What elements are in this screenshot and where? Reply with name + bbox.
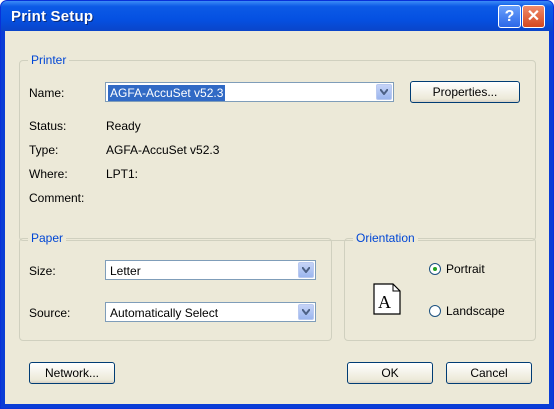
radio-selected-dot (433, 267, 437, 271)
printer-legend: Printer (28, 53, 70, 67)
portrait-label[interactable]: Portrait (446, 262, 485, 276)
close-icon[interactable]: ✕ (522, 5, 545, 28)
type-value: AGFA-AccuSet v52.3 (106, 143, 220, 157)
orientation-legend: Orientation (353, 231, 418, 245)
chevron-down-icon[interactable] (298, 262, 314, 278)
network-button[interactable]: Network... (29, 362, 115, 384)
orientation-icon-letter: A (378, 292, 391, 312)
source-label: Source: (29, 306, 71, 320)
status-label: Status: (29, 119, 67, 133)
landscape-label[interactable]: Landscape (446, 304, 505, 318)
where-label: Where: (29, 167, 68, 181)
printer-group: Printer Name: AGFA-AccuSet v52.3 Propert… (19, 53, 536, 241)
paper-group: Paper Size: Letter Source: Automatically… (19, 231, 332, 341)
status-value: Ready (106, 119, 141, 133)
orientation-group: Orientation A Portrait Landscape (344, 231, 536, 341)
where-value: LPT1: (106, 167, 139, 181)
paper-source-dropdown[interactable]: Automatically Select (105, 302, 316, 322)
paper-size-dropdown[interactable]: Letter (105, 260, 316, 280)
ok-button[interactable]: OK (347, 362, 433, 384)
type-label: Type: (29, 143, 59, 157)
help-icon[interactable]: ? (498, 5, 521, 28)
comment-label: Comment: (29, 191, 85, 205)
properties-button[interactable]: Properties... (410, 81, 520, 103)
size-label: Size: (29, 264, 56, 278)
printer-name-value: AGFA-AccuSet v52.3 (108, 85, 226, 101)
cancel-button[interactable]: Cancel (446, 362, 532, 384)
printer-name-dropdown[interactable]: AGFA-AccuSet v52.3 (105, 82, 394, 102)
title-bar[interactable]: Print Setup ? ✕ (1, 1, 553, 31)
name-label: Name: (29, 86, 65, 100)
portrait-page-icon: A (373, 283, 401, 315)
paper-size-value: Letter (110, 264, 141, 278)
landscape-radio[interactable] (429, 305, 441, 317)
paper-source-value: Automatically Select (110, 306, 219, 320)
paper-legend: Paper (28, 231, 67, 245)
dialog-body: Printer Name: AGFA-AccuSet v52.3 Propert… (5, 31, 549, 404)
window-title: Print Setup (11, 8, 94, 25)
chevron-down-icon[interactable] (298, 304, 314, 320)
chevron-down-icon[interactable] (376, 84, 392, 100)
portrait-radio[interactable] (429, 263, 441, 275)
print-setup-window: Print Setup ? ✕ Printer Name: AGFA-AccuS… (0, 0, 554, 409)
